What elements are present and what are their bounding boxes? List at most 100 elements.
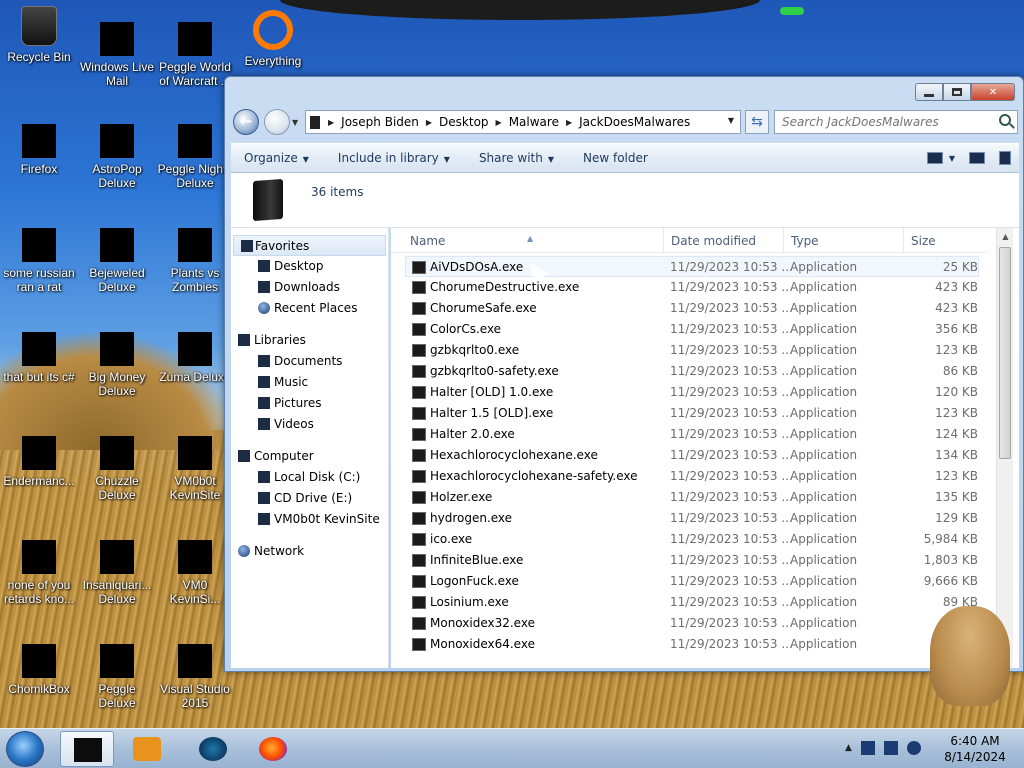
- maximize-button[interactable]: [943, 83, 971, 101]
- chevron-down-icon[interactable]: ▼: [949, 154, 955, 163]
- desktop-icon-vm0-kevinsite[interactable]: VM0 KevinSi...: [156, 540, 234, 606]
- table-row[interactable]: Holzer.exe 11/29/2023 10:53 ... Applicatio…: [391, 487, 987, 508]
- table-row[interactable]: Monoxidex64.exe 11/29/2023 10:53 ... Appli…: [391, 634, 987, 655]
- nav-network[interactable]: Network: [231, 541, 388, 562]
- table-row[interactable]: Halter 1.5 [OLD].exe 11/29/2023 10:53 ...…: [391, 403, 987, 424]
- desktop-icon-visual-studio[interactable]: Visual Studio 2015: [156, 644, 234, 710]
- show-hidden-icons-icon[interactable]: ▲: [845, 743, 852, 753]
- table-row[interactable]: ColorCs.exe 11/29/2023 10:53 ... Applicati…: [391, 319, 987, 340]
- forward-button[interactable]: [264, 109, 290, 135]
- desktop-icon-firefox[interactable]: Firefox: [0, 124, 78, 176]
- table-row[interactable]: ChorumeDestructive.exe 11/29/2023 10:53 .…: [391, 277, 987, 298]
- vertical-scrollbar[interactable]: ▲ ▼: [996, 228, 1013, 668]
- organize-button[interactable]: Organize ▼: [244, 151, 309, 165]
- desktop-icon-endermanc[interactable]: Endermanc...: [0, 436, 78, 488]
- table-row[interactable]: Monoxidex32.exe 11/29/2023 10:53 ... Appli…: [391, 613, 987, 634]
- clock[interactable]: 6:40 AM 8/14/2024: [940, 733, 1010, 765]
- desktop-icon-peggle-nights[interactable]: Peggle Nights Deluxe: [156, 124, 234, 190]
- chevron-right-icon[interactable]: ▶: [566, 118, 572, 127]
- nav-vm-drive[interactable]: VM0b0t KevinSite: [231, 509, 388, 530]
- nav-cd-drive[interactable]: CD Drive (E:): [231, 488, 388, 509]
- volume-icon[interactable]: [906, 741, 921, 755]
- desktop-icon-pvz[interactable]: Plants vs Zombies: [156, 228, 234, 294]
- column-header-size[interactable]: Size: [911, 234, 936, 248]
- refresh-button[interactable]: ⇆: [745, 110, 769, 134]
- address-bar[interactable]: ▶ Joseph Biden ▶ Desktop ▶ Malware ▶ Jac…: [305, 110, 741, 134]
- desktop-icon-astropop[interactable]: AstroPop Deluxe: [78, 124, 156, 190]
- nav-documents[interactable]: Documents: [231, 351, 388, 372]
- nav-local-disk[interactable]: Local Disk (C:): [231, 467, 388, 488]
- nav-recent-places[interactable]: Recent Places: [231, 298, 388, 319]
- recent-pages-dropdown[interactable]: ▼: [292, 118, 298, 127]
- close-button[interactable]: ✕: [971, 83, 1015, 101]
- desktop-icon-recycle-bin[interactable]: Recycle Bin: [0, 6, 78, 64]
- breadcrumb-joseph-biden[interactable]: Joseph Biden: [341, 115, 419, 129]
- desktop-icon-windows-live-mail[interactable]: Windows Live Mail: [78, 22, 156, 88]
- table-row[interactable]: Hexachlorocyclohexane-safety.exe 11/29/20…: [391, 466, 987, 487]
- chevron-right-icon[interactable]: ▶: [328, 118, 334, 127]
- share-with-button[interactable]: Share with ▼: [479, 151, 554, 165]
- address-dropdown-icon[interactable]: ▼: [728, 116, 734, 125]
- desktop-icon-chuzzle[interactable]: Chuzzle Deluxe: [78, 436, 156, 502]
- breadcrumb-desktop[interactable]: Desktop: [439, 115, 489, 129]
- search-input[interactable]: [782, 115, 992, 129]
- table-row[interactable]: Halter 2.0.exe 11/29/2023 10:53 ... Applic…: [391, 424, 987, 445]
- search-box[interactable]: [774, 110, 1018, 134]
- column-resize-handle[interactable]: [663, 228, 664, 253]
- chevron-right-icon[interactable]: ▶: [426, 118, 432, 127]
- table-row[interactable]: gzbkqrlto0.exe 11/29/2023 10:53 ... Applic…: [391, 340, 987, 361]
- column-header-date[interactable]: Date modified: [671, 234, 756, 248]
- table-row[interactable]: LogonFuck.exe 11/29/2023 10:53 ... Applica…: [391, 571, 987, 592]
- nav-desktop[interactable]: Desktop: [231, 256, 388, 277]
- desktop-icon-everything[interactable]: Everything: [234, 10, 312, 68]
- desktop-icon-bejeweled[interactable]: Bejeweled Deluxe: [78, 228, 156, 294]
- preview-pane-icon[interactable]: [969, 152, 985, 164]
- table-row[interactable]: Losinium.exe 11/29/2023 10:53 ... Applicat…: [391, 592, 987, 613]
- table-row[interactable]: gzbkqrlto0-safety.exe 11/29/2023 10:53 ..…: [391, 361, 987, 382]
- nav-computer[interactable]: Computer: [231, 446, 388, 467]
- desktop-icon-none-of-you[interactable]: none of you retards kno...: [0, 540, 78, 606]
- table-row[interactable]: AiVDsDOsA.exe 11/29/2023 10:53 ... Applica…: [405, 256, 979, 277]
- nav-downloads[interactable]: Downloads: [231, 277, 388, 298]
- desktop-icon-that-but-csharp[interactable]: that but its c#: [0, 332, 78, 384]
- minimize-button[interactable]: [915, 83, 943, 101]
- change-view-icon[interactable]: [926, 152, 943, 164]
- include-in-library-button[interactable]: Include in library ▼: [338, 151, 450, 165]
- taskbar-media-player[interactable]: [120, 731, 174, 767]
- taskbar-firefox[interactable]: [246, 731, 300, 767]
- back-button[interactable]: ←: [233, 109, 259, 135]
- new-folder-button[interactable]: New folder: [583, 151, 648, 165]
- chevron-right-icon[interactable]: ▶: [496, 118, 502, 127]
- nav-music[interactable]: Music: [231, 372, 388, 393]
- table-row[interactable]: ico.exe 11/29/2023 10:53 ... Application 5,…: [391, 529, 987, 550]
- table-row[interactable]: Hexachlorocyclohexane.exe 11/29/2023 10:5…: [391, 445, 987, 466]
- breadcrumb-jackdoesmalwares[interactable]: JackDoesMalwares: [579, 115, 690, 129]
- column-header-type[interactable]: Type: [791, 234, 819, 248]
- column-resize-handle[interactable]: [903, 228, 904, 253]
- table-row[interactable]: Halter [OLD] 1.0.exe 11/29/2023 10:53 ...…: [391, 382, 987, 403]
- start-button[interactable]: [6, 731, 44, 767]
- column-resize-handle[interactable]: [783, 228, 784, 253]
- nav-libraries[interactable]: Libraries: [231, 330, 388, 351]
- table-row[interactable]: InfiniteBlue.exe 11/29/2023 10:53 ... Appl…: [391, 550, 987, 571]
- nav-videos[interactable]: Videos: [231, 414, 388, 435]
- network-icon[interactable]: [860, 741, 875, 755]
- desktop-icon-chomikbox[interactable]: ChomikBox: [0, 644, 78, 696]
- breadcrumb-malware[interactable]: Malware: [509, 115, 559, 129]
- search-icon[interactable]: [999, 114, 1011, 126]
- desktop-icon-some-russian[interactable]: some russian ran a rat: [0, 228, 78, 294]
- desktop-icon-peggle-wow[interactable]: Peggle World of Warcraft ...: [156, 22, 234, 88]
- help-icon[interactable]: [999, 151, 1011, 165]
- display-icon[interactable]: [883, 741, 898, 755]
- desktop-icon-big-money[interactable]: Big Money Deluxe: [78, 332, 156, 398]
- column-header-name[interactable]: Name: [410, 234, 445, 248]
- desktop-icon-peggle-deluxe[interactable]: Peggle Deluxe: [78, 644, 156, 710]
- scrollbar-thumb[interactable]: [999, 247, 1011, 459]
- scroll-up-icon[interactable]: ▲: [997, 228, 1014, 245]
- table-row[interactable]: ChorumeSafe.exe 11/29/2023 10:53 ... Appli…: [391, 298, 987, 319]
- desktop-icon-vm0b0t[interactable]: VM0b0t KevinSite: [156, 436, 234, 502]
- nav-pictures[interactable]: Pictures: [231, 393, 388, 414]
- nav-favorites[interactable]: Favorites: [233, 235, 386, 256]
- taskbar-globe[interactable]: [186, 731, 240, 767]
- taskbar-explorer[interactable]: [60, 731, 114, 767]
